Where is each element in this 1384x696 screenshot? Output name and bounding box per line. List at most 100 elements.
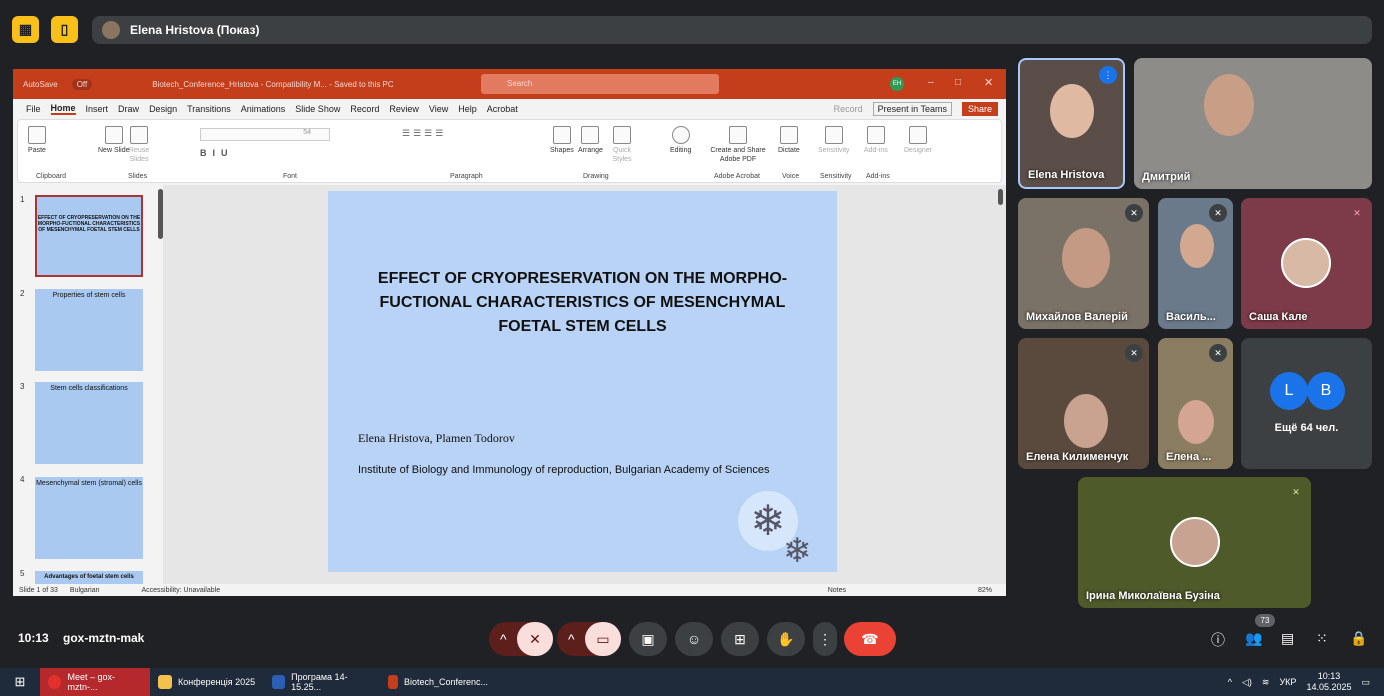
participant-video bbox=[1064, 394, 1108, 448]
more-options-button[interactable]: ⋮ bbox=[813, 622, 837, 656]
participant-tile[interactable]: ✕ Елена ... bbox=[1158, 338, 1233, 469]
participant-video bbox=[1204, 74, 1254, 136]
menu-design[interactable]: Design bbox=[149, 104, 177, 114]
participant-tile[interactable]: ✕ Ірина Миколаївна Бузіна bbox=[1078, 477, 1311, 608]
presentation-icon[interactable]: ▦ bbox=[12, 16, 39, 43]
mic-off-icon: ✕ bbox=[529, 630, 541, 647]
dictate-button[interactable]: Dictate bbox=[778, 126, 800, 155]
leave-call-button[interactable]: ☎ bbox=[844, 622, 896, 656]
present-icon: ⊞ bbox=[734, 630, 746, 647]
taskbar-item[interactable]: Meet – gox-mztn-... bbox=[40, 668, 150, 696]
menu-transitions[interactable]: Transitions bbox=[187, 104, 231, 114]
menu-file[interactable]: File bbox=[26, 104, 41, 114]
powerpoint-icon bbox=[388, 675, 398, 689]
present-button[interactable]: ⊞ bbox=[721, 622, 759, 656]
activities-icon[interactable]: ⁙ bbox=[1316, 630, 1328, 647]
autosave-toggle[interactable]: Off bbox=[71, 78, 93, 90]
participant-name: Василь... bbox=[1166, 311, 1216, 323]
user-avatar[interactable]: EH bbox=[890, 77, 904, 91]
captions-icon: ▣ bbox=[641, 630, 655, 647]
people-icon[interactable]: 👥 bbox=[1245, 630, 1262, 647]
paragraph-controls[interactable]: ☰☰☰☰ bbox=[402, 128, 446, 139]
participant-video bbox=[1180, 224, 1214, 268]
format-buttons[interactable]: BIU bbox=[200, 148, 234, 158]
participant-tile[interactable]: ✕ Елена Килименчук bbox=[1018, 338, 1149, 469]
participant-tile[interactable]: Дмитрий bbox=[1134, 58, 1372, 189]
speaker-icon[interactable]: ◁) bbox=[1242, 677, 1252, 688]
avatar bbox=[1281, 238, 1331, 288]
participant-tile[interactable]: ✕ Саша Кале bbox=[1241, 198, 1372, 329]
menu-draw[interactable]: Draw bbox=[118, 104, 139, 114]
meeting-code: gox-mztn-mak bbox=[63, 631, 145, 645]
camera-toggle-button[interactable]: ▭ bbox=[585, 622, 621, 656]
zoom-level[interactable]: 82% bbox=[978, 587, 992, 594]
slide-thumbnail-1[interactable]: EFFECT OF CRYOPRESERVATION ON THE MORPHO… bbox=[35, 195, 143, 277]
participant-tile[interactable]: ✕ Василь... bbox=[1158, 198, 1233, 329]
layout-icon[interactable]: ▯ bbox=[51, 16, 78, 43]
menu-acrobat[interactable]: Acrobat bbox=[487, 104, 518, 114]
slide-thumbnail-2[interactable]: Properties of stem cells bbox=[35, 289, 143, 371]
taskbar-clock[interactable]: 10:13 14.05.2025 bbox=[1306, 671, 1351, 693]
windows-start-icon[interactable]: ⊞ bbox=[0, 668, 40, 696]
thumb-scrollbar[interactable] bbox=[158, 189, 163, 239]
group-font: Font bbox=[283, 173, 298, 180]
slide-thumbnail-3[interactable]: Stem cells classifications bbox=[35, 382, 143, 464]
menu-slideshow[interactable]: Slide Show bbox=[295, 104, 340, 114]
addins-button[interactable]: Add-ins bbox=[864, 126, 888, 155]
editing-button[interactable]: Editing bbox=[670, 126, 691, 155]
notes-button[interactable]: Notes bbox=[828, 587, 846, 594]
taskbar-item[interactable]: Програма 14-15.25... bbox=[264, 668, 380, 696]
captions-button[interactable]: ▣ bbox=[629, 622, 667, 656]
present-in-teams-button[interactable]: Present in Teams bbox=[872, 102, 952, 116]
info-icon[interactable]: ⓘ bbox=[1211, 630, 1225, 650]
taskbar-item[interactable]: Конференція 2025 bbox=[150, 668, 264, 696]
emoji-button[interactable]: ☺ bbox=[675, 622, 713, 656]
host-controls-icon[interactable]: 🔒 bbox=[1350, 630, 1367, 647]
paste-button[interactable]: Paste bbox=[28, 126, 46, 155]
more-participants-tile[interactable]: L B Ещё 64 чел. bbox=[1241, 338, 1372, 469]
arrange-button[interactable]: Arrange bbox=[578, 126, 603, 155]
shapes-button[interactable]: Shapes bbox=[550, 126, 574, 155]
menu-insert[interactable]: Insert bbox=[86, 104, 109, 114]
menu-review[interactable]: Review bbox=[389, 104, 419, 114]
designer-button[interactable]: Designer bbox=[904, 126, 932, 155]
notification-icon[interactable]: ▭ bbox=[1361, 677, 1370, 688]
create-share-pdf-button[interactable]: Create and Share Adobe PDF bbox=[706, 126, 770, 164]
chat-icon[interactable]: ▤ bbox=[1281, 630, 1294, 647]
reuse-slides-button[interactable]: Reuse Slides bbox=[126, 126, 152, 164]
raise-hand-button[interactable]: ✋ bbox=[767, 622, 805, 656]
mic-toggle-button[interactable]: ✕ bbox=[517, 622, 553, 656]
ppt-search-input[interactable]: Search bbox=[481, 74, 719, 94]
record-button[interactable]: Record bbox=[834, 104, 863, 114]
menu-view[interactable]: View bbox=[429, 104, 448, 114]
menu-help[interactable]: Help bbox=[458, 104, 477, 114]
accessibility-status[interactable]: Accessibility: Unavailable bbox=[142, 587, 221, 594]
font-size-select[interactable]: 54 bbox=[200, 128, 330, 141]
menu-home[interactable]: Home bbox=[50, 103, 76, 115]
share-button[interactable]: Share bbox=[961, 102, 998, 116]
emoji-icon: ☺ bbox=[686, 631, 702, 647]
slide-counter: Slide 1 of 33 bbox=[19, 586, 58, 594]
participant-tile[interactable]: ✕ Михайлов Валерій bbox=[1018, 198, 1149, 329]
language-status[interactable]: Bulgarian bbox=[70, 587, 100, 594]
quick-styles-button[interactable]: Quick Styles bbox=[610, 126, 634, 164]
taskbar-item[interactable]: Biotech_Conferenc... bbox=[380, 668, 496, 696]
autosave-label[interactable]: AutoSave bbox=[23, 80, 58, 89]
input-language[interactable]: УКР bbox=[1279, 677, 1296, 687]
participant-tile[interactable]: ⋮ Elena Hristova bbox=[1018, 58, 1125, 189]
menu-record[interactable]: Record bbox=[350, 104, 379, 114]
wifi-icon[interactable]: ≋ bbox=[1262, 677, 1270, 688]
minimize-icon[interactable]: – bbox=[928, 77, 934, 88]
chevron-up-icon[interactable]: ^ bbox=[1228, 677, 1232, 687]
sensitivity-button[interactable]: Sensitivity bbox=[818, 126, 850, 155]
new-slide-button[interactable]: New Slide bbox=[98, 126, 130, 155]
speaking-indicator-icon: ⋮ bbox=[1099, 66, 1117, 84]
slide-thumbnail-5[interactable]: Advantages of foetal stem cells bbox=[35, 571, 143, 585]
close-icon[interactable]: ✕ bbox=[984, 76, 993, 89]
slide-scrollbar[interactable] bbox=[998, 189, 1003, 205]
slide-thumbnail-4[interactable]: Mesenchymal stem (stromal) cells bbox=[35, 477, 143, 559]
participant-video bbox=[1050, 84, 1094, 138]
menu-animations[interactable]: Animations bbox=[241, 104, 286, 114]
maximize-icon[interactable]: □ bbox=[955, 77, 961, 88]
ppt-menu-bar: File Home Insert Draw Design Transitions… bbox=[13, 99, 1006, 119]
